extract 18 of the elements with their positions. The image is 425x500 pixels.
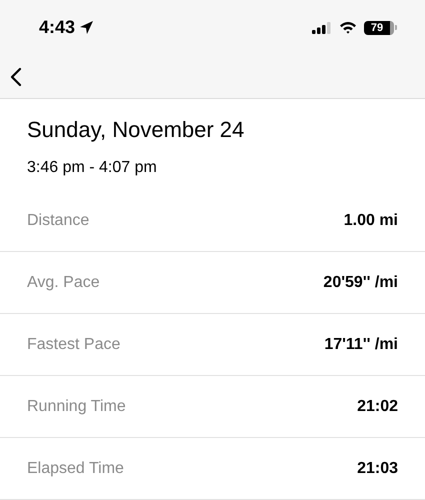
location-arrow-icon (79, 20, 94, 35)
stat-label: Running Time (27, 398, 126, 416)
back-icon[interactable] (10, 66, 22, 86)
stat-label: Fastest Pace (27, 336, 120, 354)
stat-value: 1.00 mi (344, 212, 398, 230)
stat-value: 21:02 (357, 398, 398, 416)
stat-label: Distance (27, 212, 90, 230)
stat-label: Elapsed Time (27, 460, 124, 478)
status-time: 4:43 (39, 17, 76, 38)
time-range: 3:46 pm - 4:07 pm (27, 158, 158, 178)
stat-label: Avg. Pace (27, 274, 100, 292)
stat-value: 21:03 (357, 460, 398, 478)
stat-value: 17'11'' /mi (324, 336, 398, 354)
signal-icon (312, 22, 332, 34)
workout-date: Sunday, November 24 (27, 116, 246, 144)
battery-icon: 79 (364, 20, 397, 34)
stat-value: 20'59'' /mi (323, 274, 398, 292)
wifi-icon (339, 21, 357, 34)
